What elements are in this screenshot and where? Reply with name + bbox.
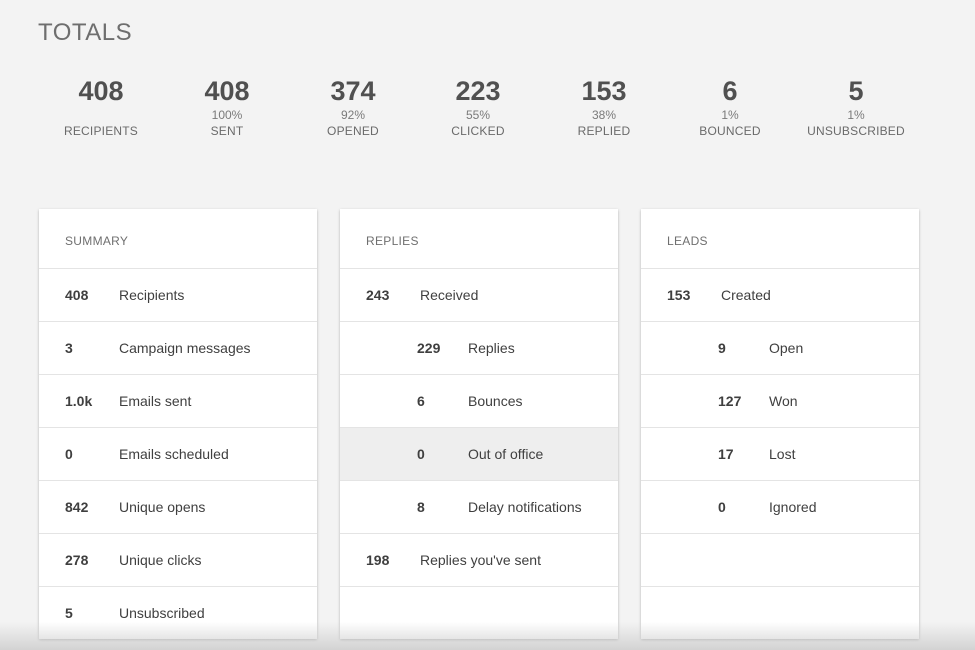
card-header: LEADS	[641, 209, 919, 269]
replies-row-out-of-office[interactable]: 0 Out of office	[340, 428, 618, 481]
stat-label: BOUNCED	[699, 124, 761, 138]
stat-label: UNSUBSCRIBED	[807, 124, 905, 138]
replies-row-replies: 229 Replies	[340, 322, 618, 375]
row-value: 243	[366, 287, 390, 303]
row-label: Bounces	[468, 393, 523, 409]
stat-sent: 408 100% SENT	[162, 74, 292, 139]
card-title: SUMMARY	[65, 234, 129, 248]
row-value: 408	[65, 287, 89, 303]
leads-card: LEADS 153 Created 9 Open 127 Won 17 Lost…	[641, 209, 919, 639]
row-value: 8	[417, 499, 425, 515]
stat-value: 5	[848, 76, 864, 106]
row-label: Delay notifications	[468, 499, 582, 515]
row-label: Recipients	[119, 287, 185, 303]
leads-row-won: 127 Won	[641, 375, 919, 428]
row-label: Unsubscribed	[119, 605, 205, 621]
row-value: 229	[417, 340, 441, 356]
replies-row-received: 243 Received	[340, 269, 618, 322]
row-value: 198	[366, 552, 390, 568]
row-value: 3	[65, 340, 73, 356]
row-label: Lost	[769, 446, 796, 462]
row-value: 1.0k	[65, 393, 93, 409]
row-value: 5	[65, 605, 73, 621]
row-value: 9	[718, 340, 726, 356]
row-value: 6	[417, 393, 425, 409]
stat-value: 223	[455, 76, 501, 106]
row-label: Out of office	[468, 446, 544, 462]
row-label: Emails scheduled	[119, 446, 229, 462]
summary-row-campaign-messages: 3 Campaign messages	[39, 322, 317, 375]
leads-row-open: 9 Open	[641, 322, 919, 375]
stat-opened: 374 92% OPENED	[288, 74, 418, 139]
stat-percent: 38%	[591, 108, 617, 122]
totals-title: TOTALS	[38, 19, 133, 46]
leads-row-lost: 17 Lost	[641, 428, 919, 481]
row-label: Replies	[468, 340, 515, 356]
row-label: Unique opens	[119, 499, 206, 515]
stat-replied: 153 38% REPLIED	[539, 74, 669, 139]
stat-label: CLICKED	[451, 124, 505, 138]
stat-label: RECIPIENTS	[63, 124, 138, 138]
replies-row-replies-sent: 198 Replies you've sent	[340, 534, 618, 587]
leads-row-created: 153 Created	[641, 269, 919, 322]
bottom-fade	[0, 622, 975, 650]
row-label: Campaign messages	[119, 340, 251, 356]
stat-clicked: 223 55% CLICKED	[413, 74, 543, 139]
row-label: Emails sent	[119, 393, 192, 409]
campaign-report-page: TOTALS 408 RECIPIENTS 408 100% SENT 374 …	[0, 0, 975, 650]
stat-value: 408	[204, 76, 250, 106]
stat-percent: 100%	[211, 108, 243, 122]
row-value: 0	[417, 446, 425, 462]
row-label: Open	[769, 340, 804, 356]
card-title: REPLIES	[366, 234, 419, 248]
stat-value: 408	[78, 76, 124, 106]
stat-label: REPLIED	[577, 124, 631, 138]
replies-row-bounces: 6 Bounces	[340, 375, 618, 428]
row-value: 0	[718, 499, 726, 515]
stat-percent: 55%	[465, 108, 491, 122]
totals-stats-row: 408 RECIPIENTS 408 100% SENT 374 92% OPE…	[38, 74, 918, 154]
stat-value: 153	[581, 76, 627, 106]
stat-unsubscribed: 5 1% UNSUBSCRIBED	[791, 74, 921, 139]
summary-row-recipients: 408 Recipients	[39, 269, 317, 322]
row-label: Unique clicks	[119, 552, 202, 568]
row-value: 127	[718, 393, 742, 409]
stat-label: OPENED	[327, 124, 379, 138]
stat-recipients: 408 RECIPIENTS	[36, 74, 166, 139]
stat-percent: 1%	[847, 108, 865, 122]
summary-row-emails-scheduled: 0 Emails scheduled	[39, 428, 317, 481]
stat-percent: 92%	[340, 108, 366, 122]
row-value: 842	[65, 499, 89, 515]
stat-value: 6	[722, 76, 738, 106]
row-value: 0	[65, 446, 73, 462]
stat-label: SENT	[210, 124, 244, 138]
summary-row-unique-opens: 842 Unique opens	[39, 481, 317, 534]
card-header: SUMMARY	[39, 209, 317, 269]
stat-bounced: 6 1% BOUNCED	[665, 74, 795, 139]
summary-card: SUMMARY 408 Recipients 3 Campaign messag…	[39, 209, 317, 639]
stat-percent	[36, 108, 166, 123]
card-header: REPLIES	[340, 209, 618, 269]
row-label: Replies you've sent	[420, 552, 541, 568]
row-value: 17	[718, 446, 734, 462]
row-value: 278	[65, 552, 89, 568]
row-label: Received	[420, 287, 479, 303]
summary-row-emails-sent: 1.0k Emails sent	[39, 375, 317, 428]
empty-row	[641, 534, 919, 587]
leads-row-ignored: 0 Ignored	[641, 481, 919, 534]
row-label: Created	[721, 287, 771, 303]
replies-row-delay-notifications: 8 Delay notifications	[340, 481, 618, 534]
replies-card: REPLIES 243 Received 229 Replies 6 Bounc…	[340, 209, 618, 639]
row-value: 153	[667, 287, 691, 303]
stat-value: 374	[330, 76, 376, 106]
stat-percent: 1%	[721, 108, 739, 122]
card-title: LEADS	[667, 234, 708, 248]
row-label: Ignored	[769, 499, 817, 515]
summary-row-unique-clicks: 278 Unique clicks	[39, 534, 317, 587]
row-label: Won	[769, 393, 798, 409]
